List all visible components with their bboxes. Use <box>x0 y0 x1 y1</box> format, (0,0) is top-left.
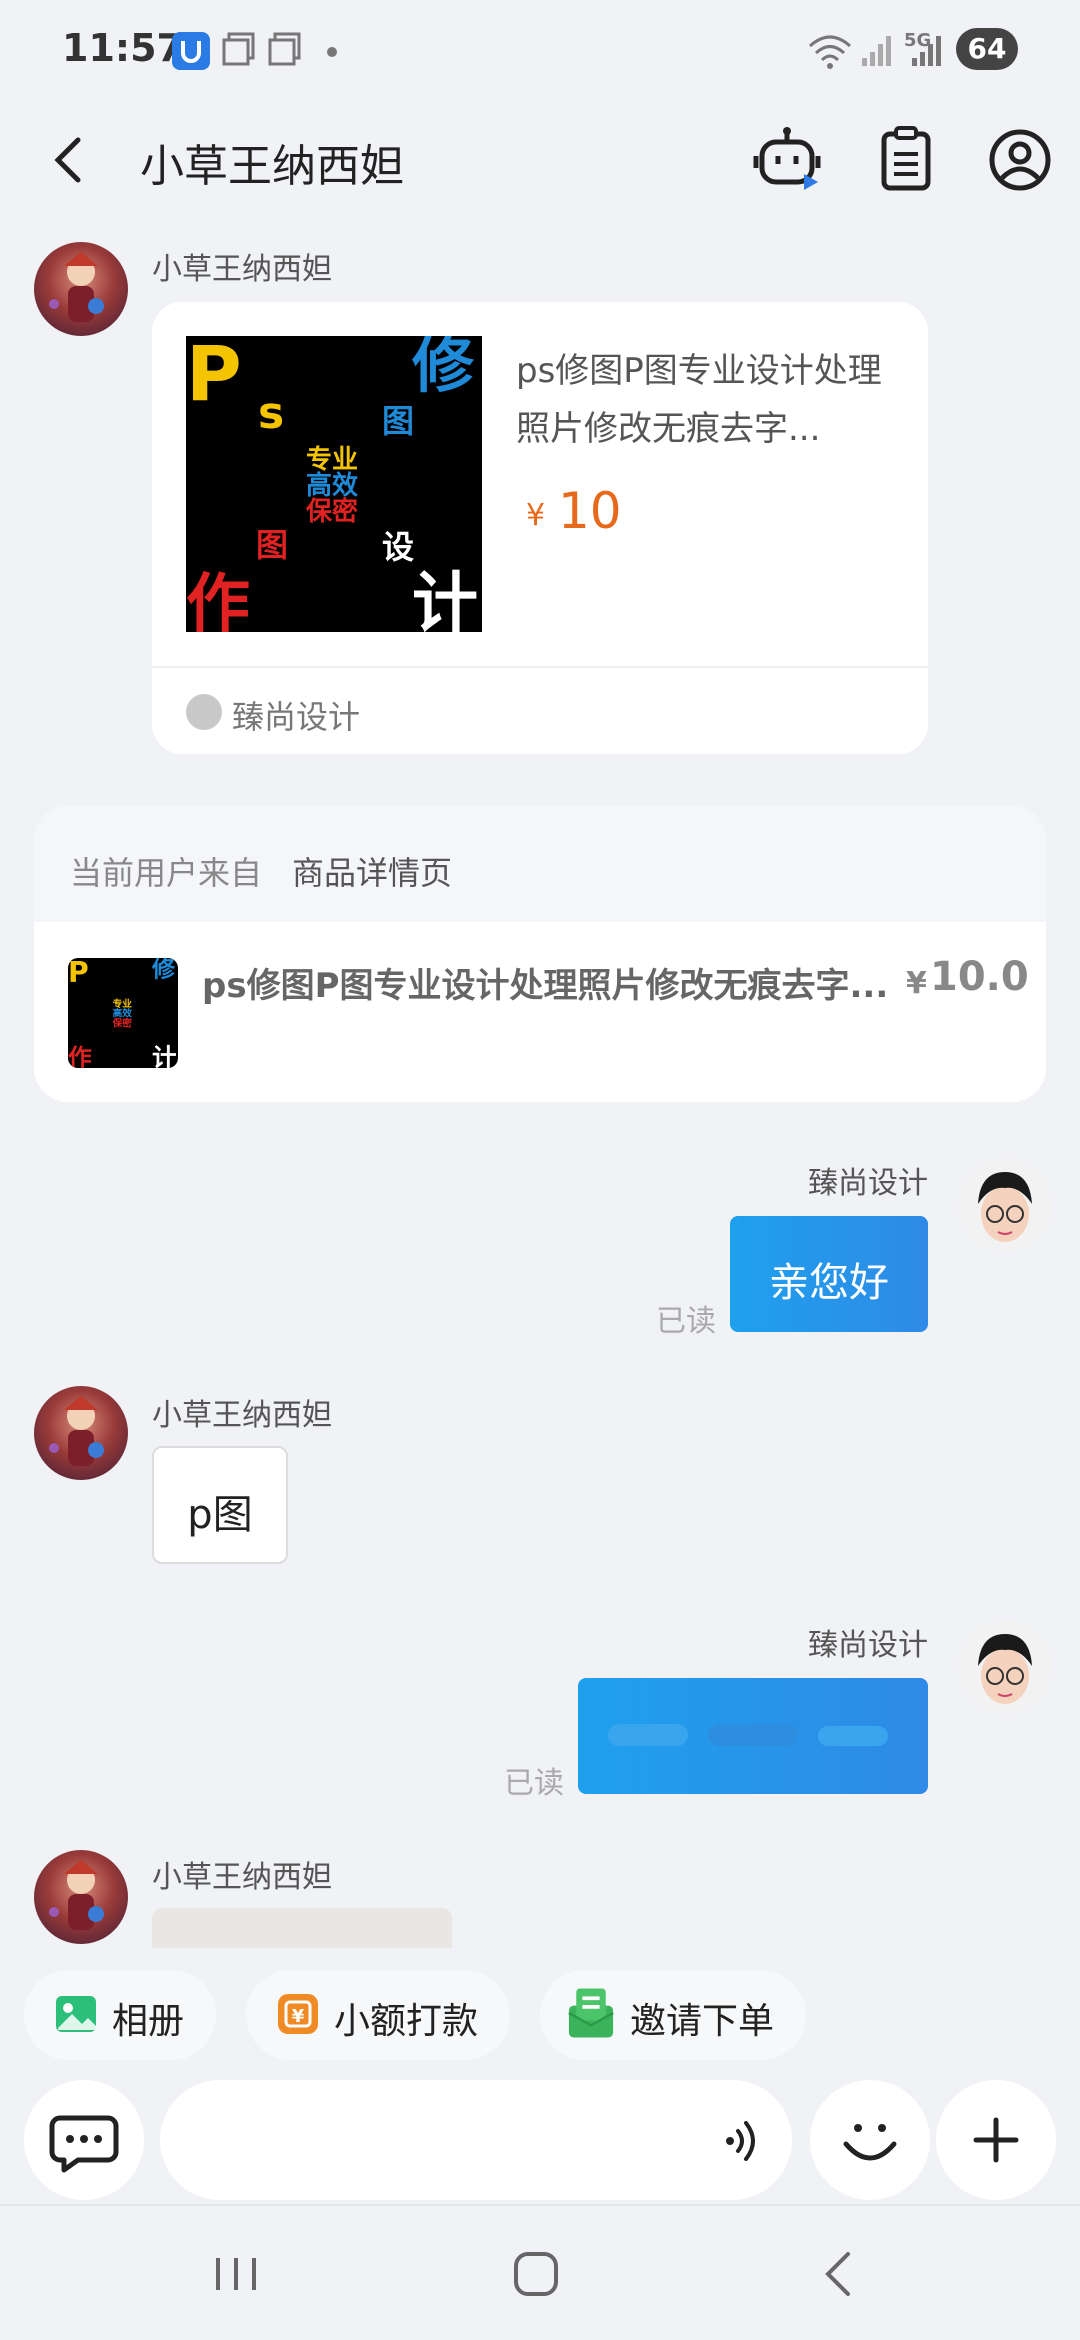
source-header: 当前用户来自 商品详情页 <box>34 806 1046 922</box>
message-bubble[interactable]: 亲您好 <box>730 1216 928 1332</box>
svg-text:¥: ¥ <box>292 2006 305 2027</box>
invite-order-icon <box>568 1988 614 2038</box>
signal-icon-2 <box>912 36 941 66</box>
blur-overlay <box>608 1724 888 1746</box>
shop-name[interactable]: 臻尚设计 <box>232 692 360 738</box>
message-text: 亲您好 <box>769 1260 889 1306</box>
recent-apps-icon[interactable] <box>196 2244 276 2304</box>
shop-icon <box>186 694 222 730</box>
message-bubble[interactable]: p图 <box>152 1446 288 1564</box>
photo-album-icon <box>56 1996 96 2032</box>
signal-icon <box>862 36 891 66</box>
notification-icon-2 <box>268 32 301 66</box>
avatar-image <box>49 1860 104 1930</box>
payment-icon: ¥ <box>278 1994 318 2034</box>
thumb-text: 图 <box>382 402 414 440</box>
message-input-bar <box>0 2070 1080 2200</box>
wifi-icon <box>808 35 852 69</box>
thumb-text: P <box>186 336 242 418</box>
avatar[interactable] <box>34 1850 128 1944</box>
product-price: 10 <box>558 482 622 540</box>
source-page: 商品详情页 <box>292 854 453 892</box>
status-bar: 11:57 5G 64 <box>0 0 1080 100</box>
robot-assistant-icon[interactable] <box>752 124 824 196</box>
user-profile-icon[interactable] <box>984 124 1056 196</box>
voice-input-icon[interactable] <box>720 2114 770 2168</box>
thumb-text: 计 <box>412 565 478 632</box>
security-shield-icon <box>172 32 210 70</box>
thumb-text: 作 <box>186 568 250 632</box>
product-thumbnail: P s 修 图 专业 高效 保密 图 设 作 计 <box>186 336 482 632</box>
user-source-card[interactable]: 当前用户来自 商品详情页 P 修 专业 高效 保密 作 计 ps修图P图专业设计… <box>34 806 1046 1102</box>
blurred-message-bubble[interactable] <box>578 1678 928 1794</box>
thumb-text: 设 <box>382 528 414 566</box>
thumb-text: 保密 <box>112 1017 133 1029</box>
quick-action-label: 小额打款 <box>334 2001 479 2042</box>
quick-reply-button[interactable] <box>24 2080 144 2200</box>
read-status: 已读 <box>504 1766 564 1801</box>
quick-action-album[interactable]: 相册 <box>24 1970 216 2060</box>
source-label: 当前用户来自 <box>70 854 263 892</box>
avatar[interactable] <box>958 1158 1052 1252</box>
thumb-text: 修 <box>412 336 475 401</box>
plus-icon <box>973 2117 1019 2163</box>
sender-name: 臻尚设计 <box>808 1628 928 1663</box>
message-text-input[interactable] <box>160 2080 792 2200</box>
sender-name: 臻尚设计 <box>808 1166 928 1201</box>
quick-action-label: 相册 <box>112 2001 185 2042</box>
thumb-text: s <box>258 388 284 439</box>
emoji-button[interactable] <box>810 2080 930 2200</box>
thumb-text: 高效 <box>113 1008 133 1020</box>
quick-action-small-payment[interactable]: ¥ 小额打款 <box>246 1970 510 2060</box>
source-product-thumbnail: P 修 专业 高效 保密 作 计 <box>68 958 178 1068</box>
sender-name: 小草王纳西妲 <box>152 1398 332 1433</box>
back-arrow-icon[interactable] <box>40 128 100 192</box>
sender-name: 小草王纳西妲 <box>152 1860 332 1895</box>
thumb-text: 图 <box>256 526 288 564</box>
avatar-image <box>49 252 104 322</box>
avatar[interactable] <box>34 242 128 336</box>
thumb-text: 作 <box>68 1044 92 1068</box>
source-product-title: ps修图P图专业设计处理照片修改无痕去字... <box>202 966 889 1006</box>
image-message-preview[interactable] <box>152 1908 452 1948</box>
thumb-text: 计 <box>152 1043 177 1068</box>
chat-title: 小草王纳西妲 <box>140 141 404 192</box>
more-options-button[interactable] <box>936 2080 1056 2200</box>
source-price-currency: ¥ <box>906 966 927 1001</box>
order-list-icon[interactable] <box>870 124 942 196</box>
price-currency: ¥ <box>526 498 546 533</box>
chat-header: 小草王纳西妲 <box>0 110 1080 210</box>
product-card[interactable]: P s 修 图 专业 高效 保密 图 设 作 计 ps修图P图专业设计处理照片修… <box>152 302 928 754</box>
back-nav-icon[interactable] <box>800 2244 880 2304</box>
source-product-price: 10.0 <box>930 954 1029 1000</box>
chat-bubble-icon <box>49 2115 119 2173</box>
read-status: 已读 <box>656 1304 716 1339</box>
home-icon[interactable] <box>496 2244 576 2304</box>
dot-icon <box>327 47 337 57</box>
card-divider <box>152 666 928 668</box>
thumb-text: 专业 <box>113 998 133 1010</box>
notification-icon <box>222 32 255 66</box>
quick-action-invite-order[interactable]: 邀请下单 <box>540 1970 806 2060</box>
product-title: ps修图P图专业设计处理照片修改无痕去字... <box>516 351 882 449</box>
avatar[interactable] <box>958 1620 1052 1714</box>
sender-name: 小草王纳西妲 <box>152 252 332 287</box>
status-time: 11:57 <box>62 26 183 70</box>
system-navigation-bar <box>0 2204 1080 2340</box>
smiley-icon <box>843 2124 897 2161</box>
thumb-text: 修 <box>151 958 176 983</box>
quick-action-label: 邀请下单 <box>630 2001 775 2042</box>
battery-indicator: 64 <box>956 28 1018 70</box>
avatar-image <box>958 1158 1052 1252</box>
avatar-image <box>958 1620 1052 1714</box>
avatar[interactable] <box>34 1386 128 1480</box>
thumb-text: 保密 <box>305 496 358 527</box>
message-text: p图 <box>187 1492 253 1538</box>
avatar-image <box>49 1396 104 1466</box>
thumb-text: P <box>68 958 89 989</box>
